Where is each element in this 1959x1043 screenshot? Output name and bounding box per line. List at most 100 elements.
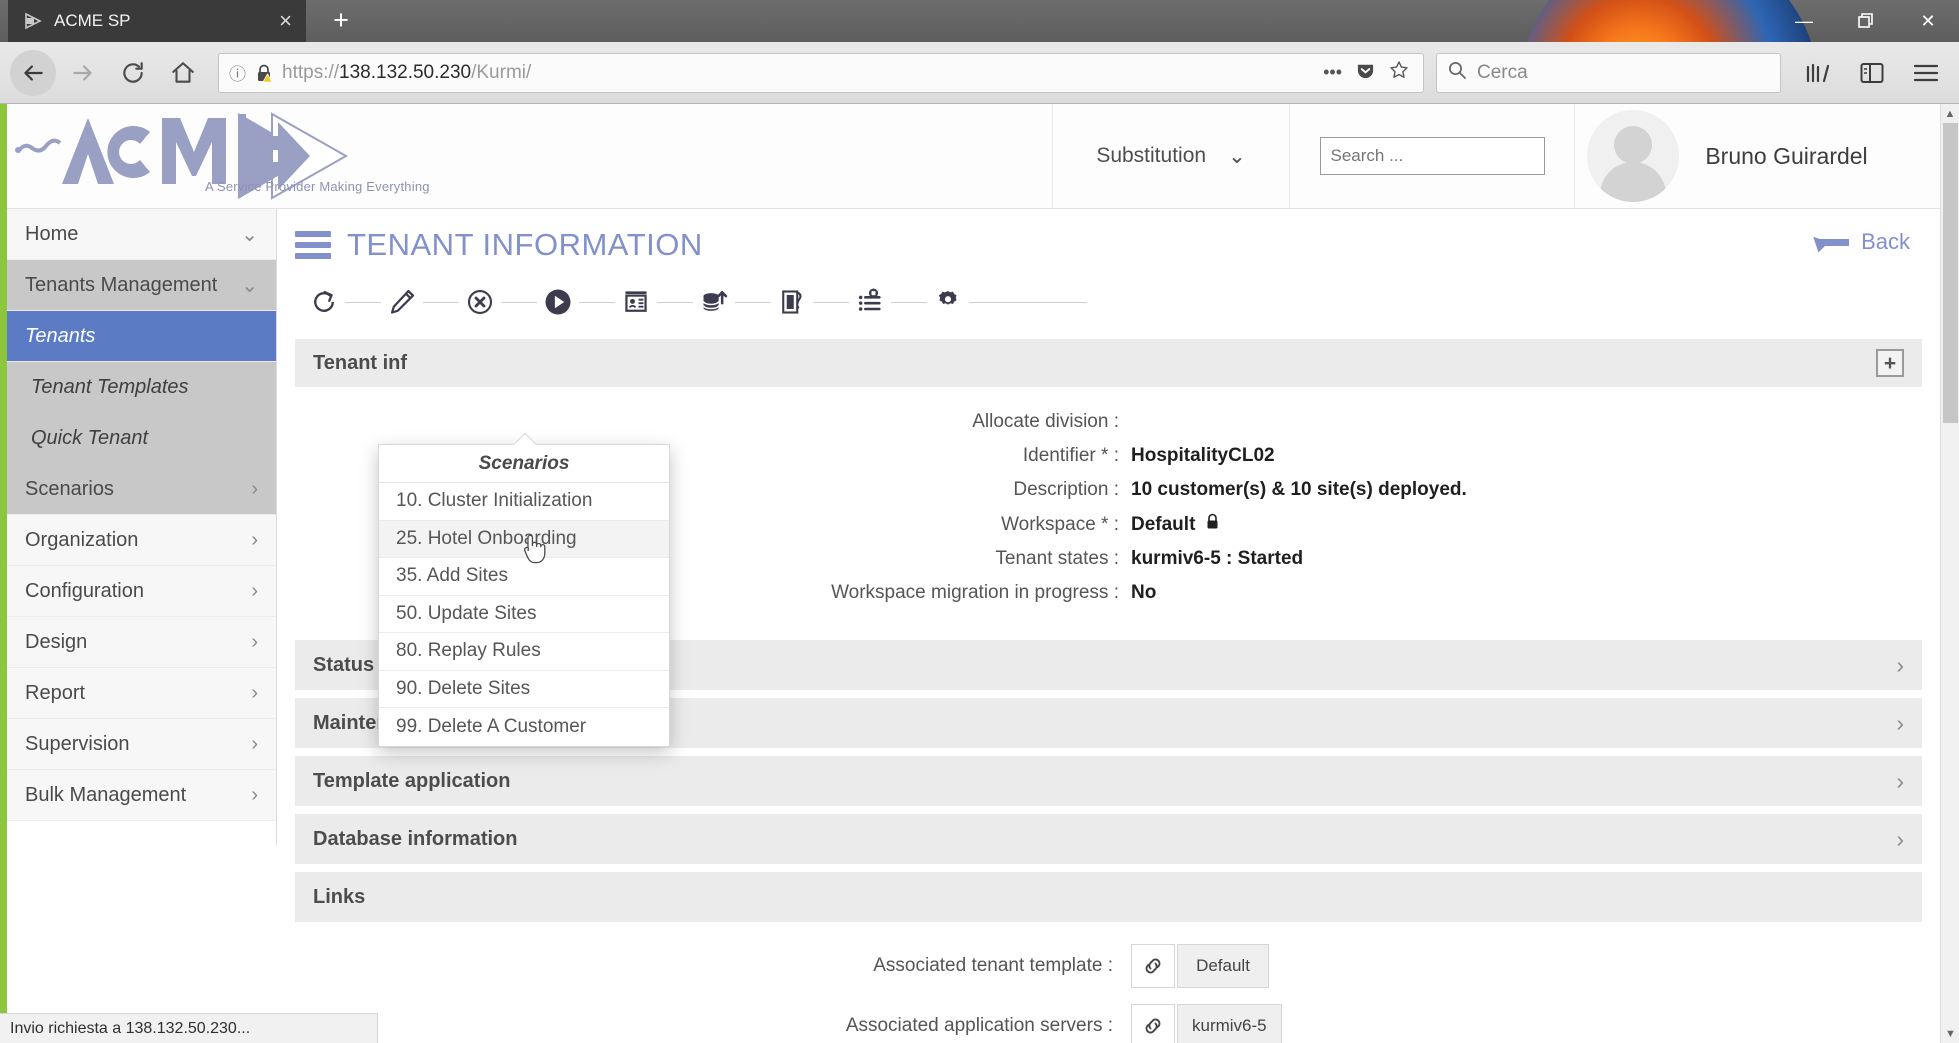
toolbar-separator [345, 302, 381, 303]
sidebar-item-design[interactable]: Design › [7, 617, 276, 668]
scrollbar-thumb[interactable] [1943, 123, 1958, 423]
user-area[interactable]: Bruno Guirardel [1574, 104, 1940, 208]
field-value: kurmiv6-5 : Started [1131, 548, 1303, 570]
home-icon[interactable] [160, 50, 206, 96]
id-card-icon[interactable] [615, 281, 657, 323]
panel-header[interactable]: Tenant inf + [295, 339, 1922, 387]
page-info-icon[interactable]: ⓘ [229, 60, 246, 85]
links-body: Associated tenant template : Default Ass… [295, 922, 1922, 1043]
sidebar-item-supervision[interactable]: Supervision › [7, 719, 276, 770]
section-database-information[interactable]: Database information › [295, 814, 1922, 864]
lock-warning-icon[interactable] [255, 63, 273, 83]
back-icon[interactable] [10, 50, 56, 96]
menu-item-add-sites[interactable]: 35. Add Sites [379, 558, 669, 596]
minimize-icon[interactable]: — [1773, 0, 1835, 42]
sidebar-item-home[interactable]: Home ⌄ [7, 209, 276, 260]
sidebar-item-label: Report [25, 682, 85, 705]
section-template-application[interactable]: Template application › [295, 756, 1922, 806]
menu-item-delete-sites[interactable]: 90. Delete Sites [379, 671, 669, 709]
menu-item-delete-a-customer[interactable]: 99. Delete A Customer [379, 708, 669, 746]
toolbar-separator [423, 302, 459, 303]
library-icon[interactable] [1795, 51, 1841, 95]
sidebar-item-label: Tenants Management [25, 274, 217, 297]
username-label: Bruno Guirardel [1705, 143, 1867, 170]
substitution-label: Substitution [1096, 144, 1206, 168]
sidebar-item-tenants[interactable]: Tenants [7, 311, 276, 362]
sidebar-item-configuration[interactable]: Configuration › [7, 566, 276, 617]
section-label: Status [313, 654, 374, 677]
browser-navbar: ⓘ https://138.132.50.230/Kurmi/ ••• [0, 42, 1959, 104]
menu-item-cluster-initialization[interactable]: 10. Cluster Initialization [379, 483, 669, 521]
hamburger-menu-icon[interactable] [1903, 51, 1949, 95]
header-search-input[interactable] [1320, 137, 1545, 175]
sidebar-icon[interactable] [1849, 51, 1895, 95]
search-placeholder: Cerca [1477, 62, 1528, 84]
sidebar-item-label: Home [25, 223, 78, 246]
task-list-icon[interactable] [849, 281, 891, 323]
section-label: Database information [313, 828, 517, 851]
section-label: Links [313, 886, 365, 909]
close-icon[interactable]: × [279, 10, 292, 32]
reload-icon[interactable] [110, 50, 156, 96]
run-play-icon[interactable] [537, 281, 579, 323]
scroll-down-arrow[interactable]: ▼ [1941, 1024, 1959, 1043]
toolbar-separator [501, 302, 537, 303]
sidebar: Home ⌄ Tenants Management ⌄ Tenants Tena… [7, 209, 277, 1043]
browser-search-bar[interactable]: Cerca [1436, 53, 1781, 93]
link-icon[interactable] [1131, 1004, 1175, 1043]
menu-lines-icon[interactable] [295, 231, 331, 259]
chevron-right-icon: › [1896, 652, 1904, 679]
sidebar-item-tenant-templates[interactable]: Tenant Templates [7, 362, 276, 413]
clipboard-task-icon[interactable] [771, 281, 813, 323]
close-window-icon[interactable]: ✕ [1897, 0, 1959, 42]
url-bar[interactable]: ⓘ https://138.132.50.230/Kurmi/ ••• [218, 53, 1424, 93]
toolbar-separator [657, 302, 693, 303]
link-label: Associated tenant template : [295, 955, 1131, 977]
sidebar-item-label: Tenant Templates [31, 376, 189, 399]
forward-icon[interactable] [60, 50, 106, 96]
sidebar-item-scenarios[interactable]: Scenarios › [7, 464, 276, 515]
sidebar-item-label: Supervision [25, 733, 130, 756]
maximize-icon[interactable] [1835, 0, 1897, 42]
browser-tab-acme-sp[interactable]: ACME SP × [8, 0, 306, 42]
sidebar-item-label: Quick Tenant [31, 427, 148, 450]
sidebar-item-tenants-management[interactable]: Tenants Management ⌄ [7, 260, 276, 311]
settings-gear-icon[interactable] [927, 281, 969, 323]
back-button[interactable]: Back [1811, 229, 1910, 255]
new-tab-button[interactable]: + [325, 6, 357, 36]
menu-item-hotel-onboarding[interactable]: 25. Hotel Onboarding [379, 521, 669, 559]
cancel-circle-icon[interactable] [459, 281, 501, 323]
chevron-right-icon: › [251, 478, 258, 501]
substitution-dropdown[interactable]: Substitution ⌄ [1052, 104, 1289, 208]
sidebar-item-bulk-management[interactable]: Bulk Management › [7, 770, 276, 821]
database-upload-icon[interactable] [693, 281, 735, 323]
browser-titlebar: ACME SP × + — ✕ [0, 0, 1959, 42]
pocket-icon[interactable] [1356, 61, 1375, 85]
scroll-up-arrow[interactable]: ▲ [1941, 104, 1959, 123]
link-chip[interactable]: kurmiv6-5 [1177, 1004, 1282, 1043]
chevron-down-icon: ⌄ [241, 273, 258, 298]
edit-pencil-icon[interactable] [381, 281, 423, 323]
tab-title: ACME SP [54, 11, 269, 31]
sidebar-item-organization[interactable]: Organization › [7, 515, 276, 566]
avatar[interactable] [1587, 110, 1679, 202]
section-links[interactable]: Links [295, 872, 1922, 922]
sidebar-item-report[interactable]: Report › [7, 668, 276, 719]
add-icon[interactable]: + [1876, 349, 1904, 377]
menu-item-update-sites[interactable]: 50. Update Sites [379, 596, 669, 634]
more-options-icon[interactable]: ••• [1323, 62, 1342, 83]
panel-title: Tenant inf [313, 352, 407, 375]
link-chip[interactable]: Default [1177, 944, 1269, 988]
acme-logo[interactable]: A Service Provider Making Everything [0, 104, 1052, 208]
chevron-right-icon: › [251, 529, 258, 552]
refresh-icon[interactable] [303, 281, 345, 323]
link-icon[interactable] [1131, 944, 1175, 988]
bookmark-star-icon[interactable] [1389, 60, 1409, 85]
sidebar-item-label: Configuration [25, 580, 144, 603]
chevron-down-icon: ⌄ [241, 222, 258, 247]
app-header: A Service Provider Making Everything Sub… [0, 104, 1940, 209]
page-scrollbar[interactable]: ▲ ▼ [1940, 104, 1959, 1043]
sidebar-item-quick-tenant[interactable]: Quick Tenant [7, 413, 276, 464]
sidebar-item-label: Tenants [25, 325, 95, 348]
menu-item-replay-rules[interactable]: 80. Replay Rules [379, 633, 669, 671]
